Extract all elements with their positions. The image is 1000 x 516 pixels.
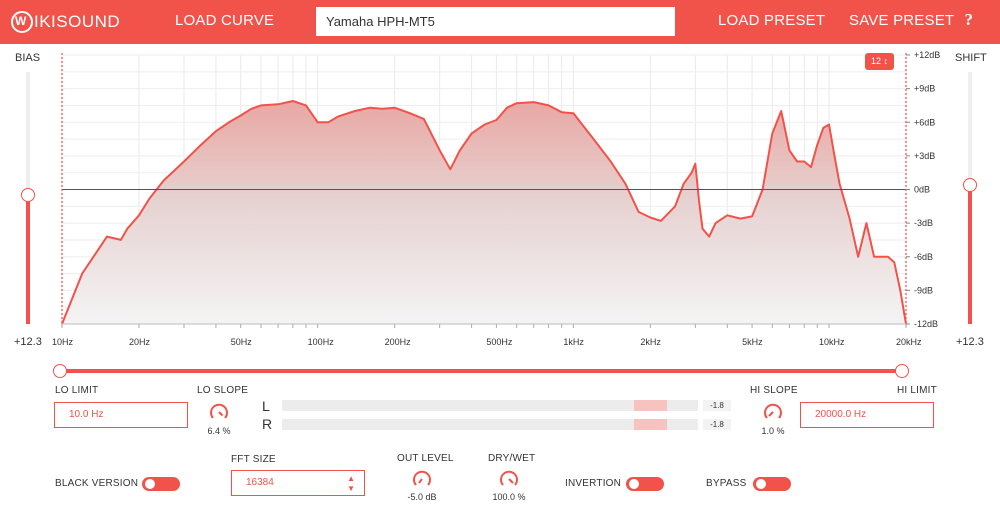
fft-size-value: 16384	[246, 477, 274, 488]
x-tick-label: 10kHz	[819, 337, 845, 347]
toggle-knob	[756, 479, 766, 489]
hi-slope-knob[interactable]	[762, 401, 784, 423]
y-tick-label: +6dB	[914, 117, 935, 127]
lo-limit-label: LO LIMIT	[55, 385, 99, 396]
y-tick-label: -6dB	[914, 252, 933, 262]
out-level-label: OUT LEVEL	[397, 453, 454, 464]
fft-size-label: FFT SIZE	[231, 454, 276, 465]
fft-size-select[interactable]: 16384 ▲ ▼	[231, 470, 365, 496]
x-tick-label: 50Hz	[231, 337, 253, 347]
y-tick-label: -3dB	[914, 218, 933, 228]
dry-wet-knob[interactable]	[498, 468, 520, 490]
x-tick-label: 5kHz	[742, 337, 763, 347]
dry-wet-label: DRY/WET	[488, 453, 536, 464]
y-tick-label: 0dB	[914, 185, 930, 195]
hi-limit-field[interactable]: 20000.0 Hz	[800, 402, 934, 428]
toggle-knob	[145, 479, 155, 489]
x-tick-label: 1kHz	[563, 337, 584, 347]
lo-slope-value: 6.4 %	[207, 426, 231, 436]
x-tick-label: 20Hz	[129, 337, 151, 347]
hi-limit-label: HI LIMIT	[897, 385, 937, 396]
dry-wet-value: 100.0 %	[492, 492, 526, 502]
y-tick-label: -9dB	[914, 285, 933, 295]
y-tick-label: +12dB	[914, 50, 940, 60]
lo-slope-label: LO SLOPE	[197, 385, 249, 396]
smoothing-select[interactable]: 12 ↕	[865, 53, 894, 70]
x-tick-label: 200Hz	[385, 337, 412, 347]
bypass-toggle[interactable]	[753, 477, 791, 491]
lo-limit-field[interactable]: 10.0 Hz	[54, 402, 188, 428]
right-level-value: -1.8	[703, 419, 731, 430]
toggle-knob	[629, 479, 639, 489]
out-level-value: -5.0 dB	[407, 492, 437, 502]
response-area	[62, 101, 906, 324]
x-tick-label: 20kHz	[896, 337, 922, 347]
lo-slope-knob[interactable]	[208, 401, 230, 423]
x-tick-label: 100Hz	[308, 337, 335, 347]
bypass-label: BYPASS	[706, 478, 747, 489]
hi-slope-value: 1.0 %	[761, 426, 785, 436]
y-tick-label: -12dB	[914, 319, 938, 329]
y-tick-label: +3dB	[914, 151, 935, 161]
select-arrows-icon: ▲ ▼	[347, 474, 355, 493]
right-peak-indicator	[633, 419, 667, 430]
black-version-toggle[interactable]	[142, 477, 180, 491]
lo-limit-handle[interactable]	[53, 364, 67, 378]
hi-limit-handle[interactable]	[895, 364, 909, 378]
left-level-meter	[282, 400, 698, 411]
invertion-toggle[interactable]	[626, 477, 664, 491]
y-tick-label: +9dB	[914, 84, 935, 94]
out-level-knob[interactable]	[411, 468, 433, 490]
frequency-range-slider[interactable]	[60, 369, 902, 373]
invertion-label: INVERTION	[565, 478, 622, 489]
x-tick-label: 10Hz	[52, 337, 74, 347]
left-level-value: -1.8	[703, 400, 731, 411]
left-channel-label: L	[262, 398, 270, 414]
black-version-label: BLACK VERSION	[55, 478, 139, 489]
right-channel-label: R	[262, 416, 273, 432]
x-tick-label: 500Hz	[486, 337, 513, 347]
left-peak-indicator	[633, 400, 667, 411]
frequency-response-chart[interactable]: 10Hz 20Hz 50Hz 100Hz 200Hz 500Hz 1kHz 2kHz 5kHz 1…	[0, 0, 1000, 360]
hi-slope-label: HI SLOPE	[750, 385, 798, 396]
right-level-meter	[282, 419, 698, 430]
x-tick-label: 2kHz	[640, 337, 661, 347]
